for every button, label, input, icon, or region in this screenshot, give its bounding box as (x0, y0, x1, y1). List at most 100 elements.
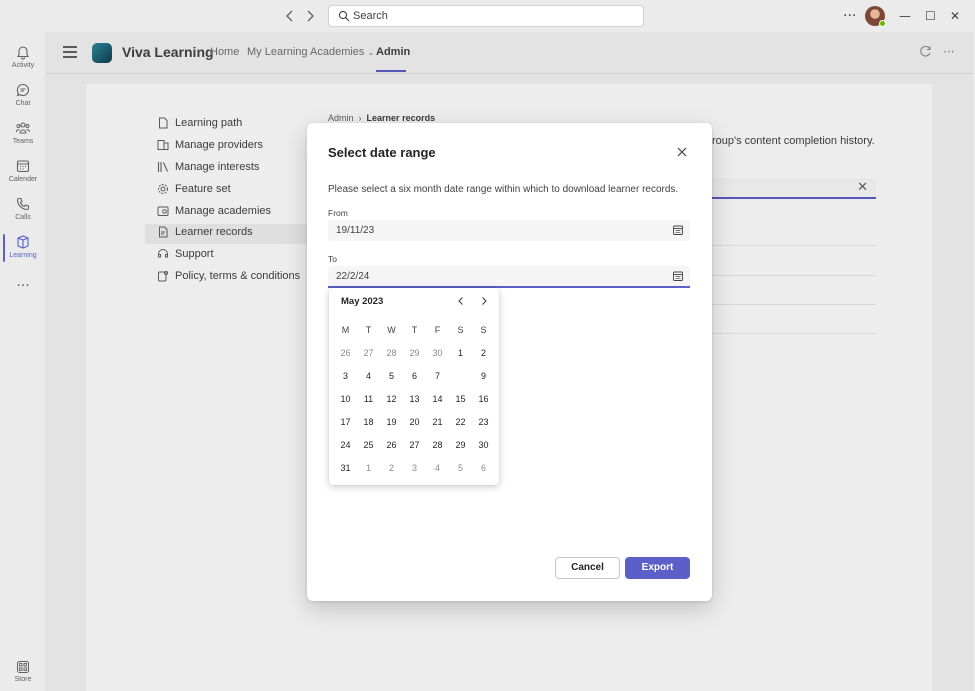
calendar-day-number: 2 (480, 348, 486, 358)
rail-item-label: Learning (9, 252, 37, 259)
calendar-day-number: 19 (386, 417, 397, 427)
calendar-day[interactable]: 7 (426, 365, 449, 388)
calendar-day[interactable]: 29 (449, 434, 472, 457)
to-date-input[interactable] (336, 269, 656, 284)
calendar-day[interactable]: 27 (403, 434, 426, 457)
rail-item-teams[interactable]: Teams (0, 116, 46, 154)
date-picker-calendar: May 2023 M T W T F S S 26 27 28 29 30 1 2 3 4 5 6 7 8 9 10 11 1… (329, 288, 499, 485)
calendar-day-number: 1 (457, 348, 463, 358)
calendar-day[interactable]: 28 (426, 434, 449, 457)
calendar-day[interactable]: 24 (334, 434, 357, 457)
minimize-icon[interactable]: — (899, 7, 911, 25)
calendar-icon (16, 160, 30, 173)
calendar-icon[interactable] (672, 270, 684, 282)
calendar-day[interactable]: 25 (357, 434, 380, 457)
rail-item-store[interactable]: Store (0, 656, 46, 691)
to-date-field[interactable] (328, 266, 690, 288)
close-window-icon[interactable]: ✕ (950, 7, 960, 25)
calendar-day[interactable]: 30 (426, 342, 449, 365)
calendar-day[interactable]: 3 (334, 365, 357, 388)
calendar-day[interactable]: 5 (449, 457, 472, 480)
teams-icon (16, 122, 30, 134)
calendar-day-selected[interactable]: 8 (449, 365, 472, 388)
more-options-icon[interactable]: ··· (843, 7, 856, 25)
rail-item-calendar[interactable]: Calender (0, 154, 46, 192)
rail-item-calls[interactable]: Calls (0, 192, 46, 230)
from-date-field[interactable] (328, 220, 690, 241)
rail-item-label: Store (14, 676, 32, 683)
from-date-input[interactable] (336, 223, 656, 238)
previous-month-icon[interactable] (455, 295, 467, 307)
calendar-day[interactable]: 4 (357, 365, 380, 388)
calendar-day-number: 1 (365, 463, 371, 473)
calendar-day[interactable]: 20 (403, 411, 426, 434)
forward-arrow-icon[interactable] (302, 8, 318, 24)
calendar-day[interactable]: 14 (426, 388, 449, 411)
rail-item-label: Chat (15, 100, 31, 107)
dialog-title: Select date range (328, 145, 436, 160)
calendar-day[interactable]: 26 (380, 434, 403, 457)
calendar-day-number: 30 (478, 440, 489, 450)
calendar-day[interactable]: 26 (334, 342, 357, 365)
calendar-day[interactable]: 1 (449, 342, 472, 365)
weekday-header: T (411, 325, 418, 335)
calendar-day[interactable]: 6 (472, 457, 495, 480)
more-apps-icon[interactable]: ··· (0, 278, 46, 316)
rail-item-activity[interactable]: Activity (0, 40, 46, 78)
calendar-day-number: 18 (363, 417, 374, 427)
calendar-day[interactable]: 2 (472, 342, 495, 365)
calendar-day[interactable]: 12 (380, 388, 403, 411)
calendar-day[interactable]: 28 (380, 342, 403, 365)
calendar-day[interactable]: 15 (449, 388, 472, 411)
rail-item-label: Calender (8, 176, 38, 183)
store-icon (17, 661, 29, 673)
from-label: From (328, 208, 348, 218)
close-icon[interactable] (675, 145, 689, 159)
calendar-day[interactable]: 1 (357, 457, 380, 480)
back-arrow-icon[interactable] (282, 8, 298, 24)
cancel-button[interactable]: Cancel (555, 557, 620, 579)
rail-item-label: Calls (15, 214, 31, 221)
learning-icon (17, 235, 29, 249)
calendar-day[interactable]: 5 (380, 365, 403, 388)
dialog-description: Please select a six month date range wit… (328, 184, 679, 195)
calendar-day-number: 3 (411, 463, 417, 473)
export-button[interactable]: Export (625, 557, 690, 579)
calendar-day[interactable]: 6 (403, 365, 426, 388)
weekday-header: T (365, 325, 372, 335)
calendar-day[interactable]: 10 (334, 388, 357, 411)
calendar-day-number: 4 (365, 371, 371, 381)
calendar-day-number: 21 (432, 417, 443, 427)
rail-item-learning[interactable]: Learning (0, 230, 46, 268)
calendar-day[interactable]: 19 (380, 411, 403, 434)
calendar-day-number: 16 (478, 394, 489, 404)
weekday-header: S (457, 325, 464, 335)
calendar-day[interactable]: 27 (357, 342, 380, 365)
calendar-day[interactable]: 22 (449, 411, 472, 434)
calendar-day[interactable]: 4 (426, 457, 449, 480)
calendar-day-number: 7 (434, 371, 440, 381)
calendar-day[interactable]: 21 (426, 411, 449, 434)
calendar-day[interactable]: 17 (334, 411, 357, 434)
calendar-day[interactable]: 18 (357, 411, 380, 434)
search-box[interactable] (328, 5, 644, 27)
calendar-day[interactable]: 11 (357, 388, 380, 411)
calendar-day[interactable]: 16 (472, 388, 495, 411)
calendar-day-number: 5 (388, 371, 394, 381)
calendar-day-number: 13 (409, 394, 420, 404)
calendar-day[interactable]: 13 (403, 388, 426, 411)
maximize-icon[interactable]: ☐ (925, 7, 936, 25)
calendar-day[interactable]: 2 (380, 457, 403, 480)
calendar-day[interactable]: 23 (472, 411, 495, 434)
next-month-icon[interactable] (478, 295, 490, 307)
rail-item-chat[interactable]: Chat (0, 78, 46, 116)
search-input[interactable] (353, 8, 633, 24)
calendar-day-number: 25 (363, 440, 374, 450)
calendar-day[interactable]: 31 (334, 457, 357, 480)
calendar-day[interactable]: 29 (403, 342, 426, 365)
calendar-day[interactable]: 30 (472, 434, 495, 457)
calendar-icon[interactable] (672, 224, 684, 236)
calendar-day[interactable]: 3 (403, 457, 426, 480)
presence-badge (879, 20, 886, 27)
calendar-day[interactable]: 9 (472, 365, 495, 388)
